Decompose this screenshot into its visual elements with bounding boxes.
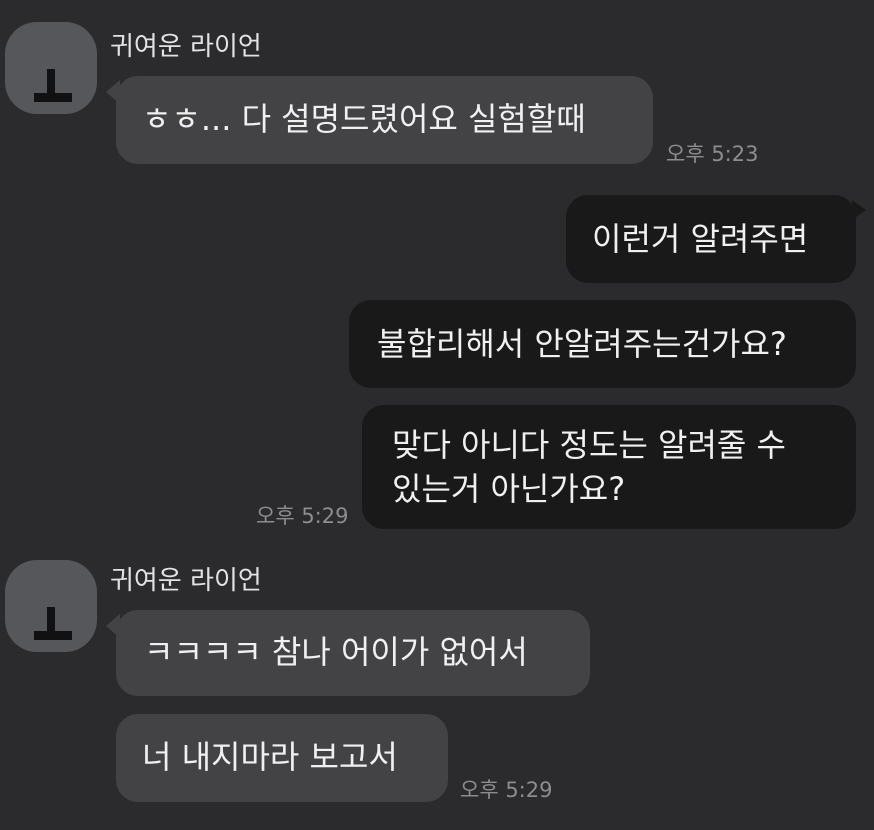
message-text-line: 맞다 아니다 정도는 알려줄 수 [392,426,786,464]
profile-glyph-icon [34,607,72,640]
message-text: 너 내지마라 보고서 [142,738,398,776]
message-text: 이런거 알려주면 [592,220,809,258]
message-text-line: 있는거 아닌가요? [392,470,626,508]
message-bubble[interactable]: 불합리해서 안알려주는건가요? [349,300,856,388]
message-bubble[interactable]: ㅎㅎ... 다 설명드렸어요 실험할때 [116,76,653,164]
profile-glyph-icon [34,69,72,102]
message-bubble[interactable]: 이런거 알려주면 [566,195,856,283]
message-bubble[interactable]: ㅋㅋㅋㅋ 참나 어이가 없어서 [116,610,590,696]
message-timestamp: 오후 5:29 [256,504,349,528]
sender-name: 귀여운 라이언 [110,32,262,62]
sender-name: 귀여운 라이언 [110,566,262,596]
message-text: ㅋㅋㅋㅋ 참나 어이가 없어서 [144,633,528,671]
avatar[interactable] [5,22,97,114]
chat-screen: { "messages": [ { "sender": "귀여운 라이언", "… [0,0,874,830]
avatar[interactable] [5,560,97,652]
message-text: ㅎㅎ... 다 설명드렸어요 실험할때 [142,100,586,138]
message-timestamp: 오후 5:29 [460,778,553,802]
message-timestamp: 오후 5:23 [666,142,759,166]
message-bubble[interactable]: 맞다 아니다 정도는 알려줄 수 있는거 아닌가요? [362,405,856,529]
message-bubble[interactable]: 너 내지마라 보고서 [116,714,448,802]
message-text: 불합리해서 안알려주는건가요? [377,325,787,363]
